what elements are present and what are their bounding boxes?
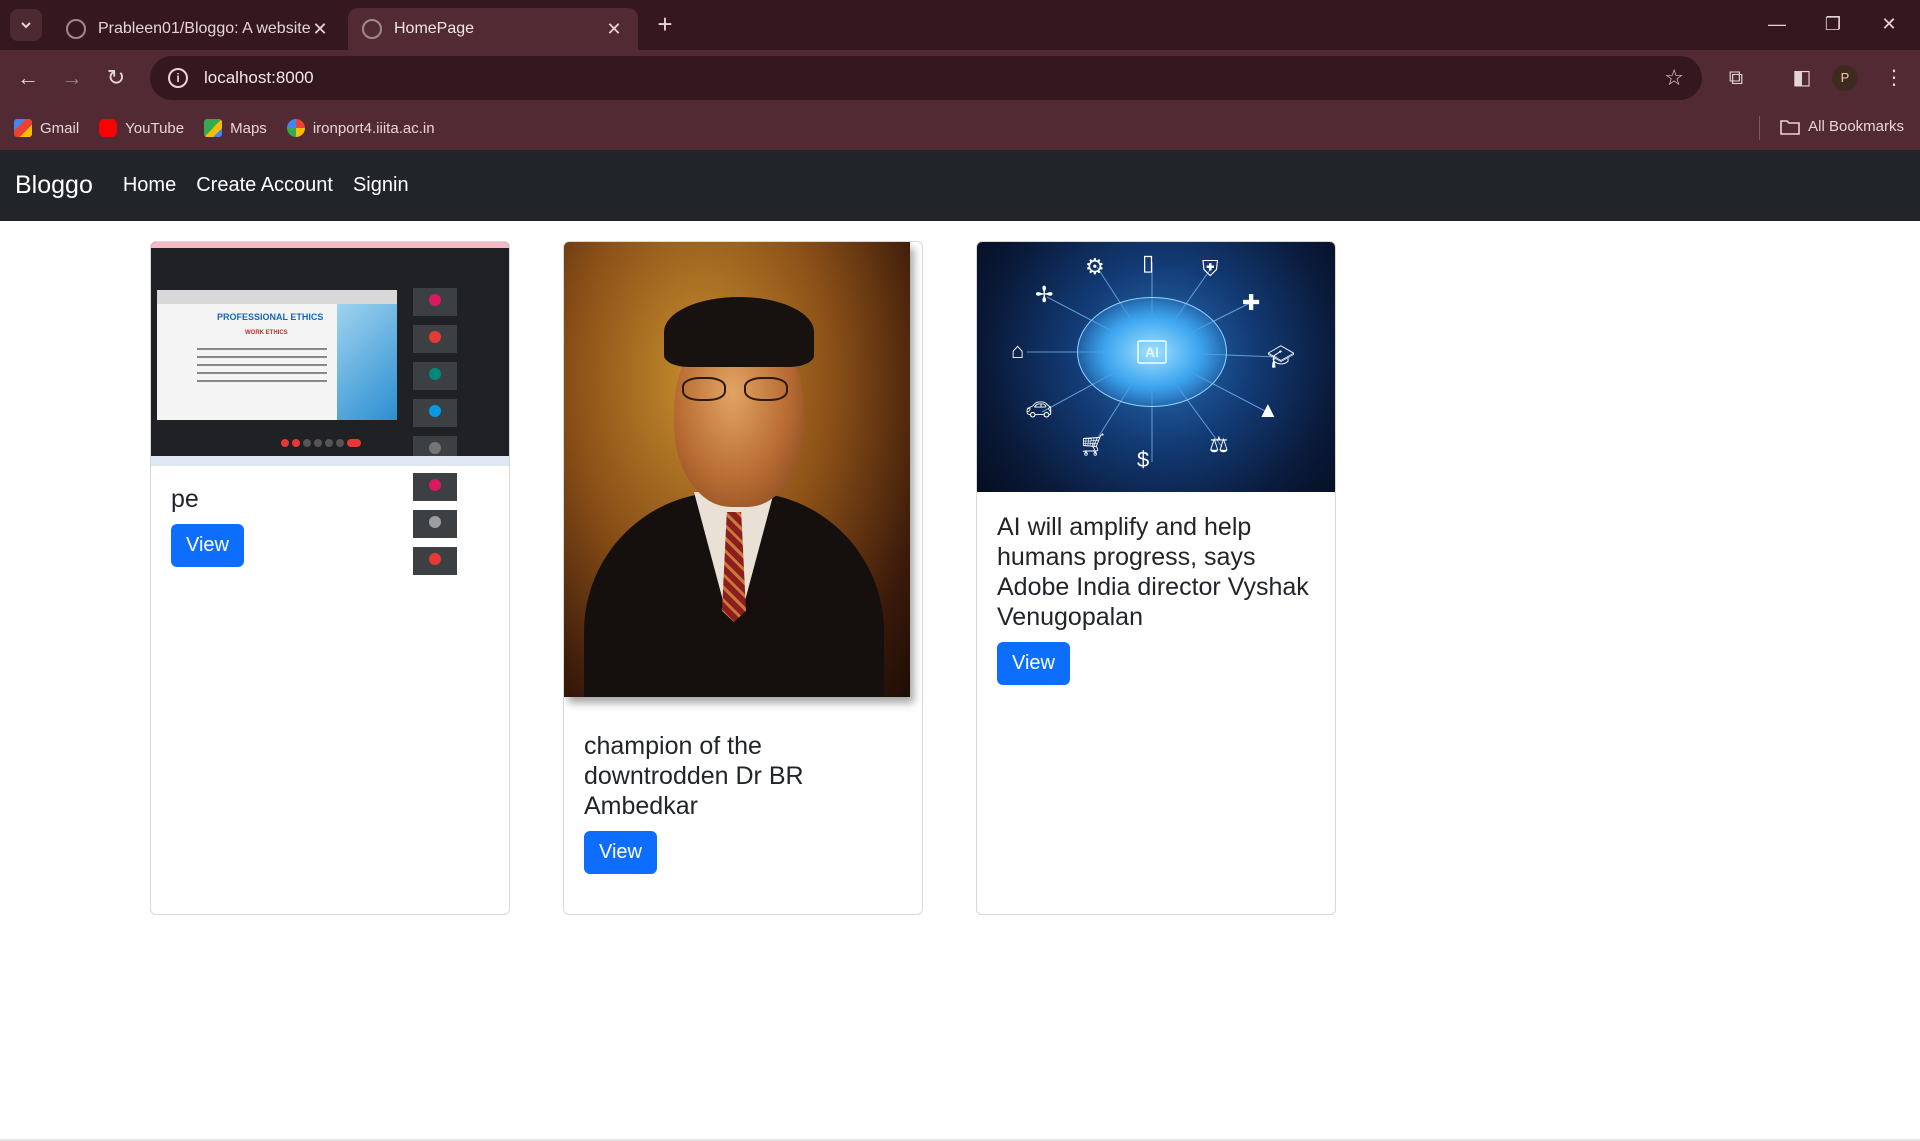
car-icon: 🚗︎ xyxy=(1025,397,1053,422)
money-icon: $ xyxy=(1137,447,1150,472)
restore-button[interactable]: ❐ xyxy=(1810,8,1856,40)
side-panel-icon[interactable]: ◧ xyxy=(1786,62,1818,94)
site-info-icon[interactable]: i xyxy=(168,68,188,88)
close-icon[interactable]: ✕ xyxy=(310,19,330,40)
all-bookmarks-label: All Bookmarks xyxy=(1808,118,1904,135)
bookmark-youtube[interactable]: YouTube xyxy=(99,119,184,137)
tab-homepage[interactable]: HomePage ✕ xyxy=(348,8,638,50)
post-title: AI will amplify and help humans progress… xyxy=(997,513,1309,631)
slide-subtitle: WORK ETHICS xyxy=(245,330,288,336)
post-card: champion of the downtrodden Dr BR Ambedk… xyxy=(563,241,923,915)
minimize-button[interactable]: — xyxy=(1754,8,1800,40)
browser-toolbar: ← → ↻ i localhost:8000 ☆ ⧉ ◧ P ⋮ xyxy=(0,50,1920,106)
all-bookmarks-button[interactable]: All Bookmarks xyxy=(1780,118,1904,135)
new-tab-button[interactable]: + xyxy=(650,10,680,40)
github-icon xyxy=(66,19,86,39)
shield-lock-icon: ⛨ xyxy=(1202,256,1219,281)
post-card: AI ✢ ⚙ ▯ ⛨ ✚ 🎓︎ ▲ ⚖ $ 🛒︎ 🚗︎ ⌂ AI will am… xyxy=(976,241,1336,915)
slide-preview: PROFESSIONAL ETHICS WORK ETHICS xyxy=(157,290,397,420)
extensions-icon[interactable]: ⧉ xyxy=(1720,62,1752,94)
bookmark-label: Maps xyxy=(230,119,267,137)
url-text: localhost:8000 xyxy=(204,68,314,87)
view-button[interactable]: View xyxy=(171,524,244,567)
tab-search-button[interactable] xyxy=(10,9,42,41)
robot-arm-icon: ⚙ xyxy=(1085,254,1105,279)
tab-title: Prableen01/Bloggo: A website w xyxy=(98,20,310,37)
close-window-button[interactable]: ✕ xyxy=(1866,8,1912,40)
bookmark-gmail[interactable]: Gmail xyxy=(14,119,79,137)
scales-icon: ⚖ xyxy=(1209,432,1229,457)
menu-icon[interactable]: ⋮ xyxy=(1878,62,1910,94)
ai-label: AI xyxy=(1137,340,1167,364)
profile-avatar[interactable]: P xyxy=(1832,65,1858,91)
google-icon xyxy=(286,119,305,137)
phone-icon: ▯ xyxy=(1142,250,1155,275)
meeting-screenshot-image: PROFESSIONAL ETHICS WORK ETHICS xyxy=(151,242,509,575)
meeting-controls xyxy=(281,434,364,452)
back-button[interactable]: ← xyxy=(12,62,44,94)
home-icon: ⌂ xyxy=(1011,338,1025,363)
tab-title: HomePage xyxy=(394,20,475,37)
post-card: PROFESSIONAL ETHICS WORK ETHICS pe View xyxy=(150,241,510,915)
chevron-down-icon xyxy=(21,22,31,29)
bookmark-label: Gmail xyxy=(40,119,80,137)
bookmark-star-icon[interactable]: ☆ xyxy=(1664,65,1684,91)
post-list: PROFESSIONAL ETHICS WORK ETHICS pe View … xyxy=(0,221,1920,1141)
view-button[interactable]: View xyxy=(997,642,1070,685)
nav-link-signin[interactable]: Signin xyxy=(353,174,409,197)
bookmark-maps[interactable]: Maps xyxy=(204,119,267,137)
gmail-icon xyxy=(14,119,32,137)
youtube-icon xyxy=(99,119,118,137)
maps-icon xyxy=(204,119,223,137)
graduation-cap-icon: 🎓︎ xyxy=(1267,344,1295,369)
nav-link-home[interactable]: Home xyxy=(123,174,176,197)
close-icon[interactable]: ✕ xyxy=(604,19,624,40)
forward-button[interactable]: → xyxy=(56,62,88,94)
folder-icon xyxy=(1780,119,1800,135)
view-button[interactable]: View xyxy=(584,831,657,874)
globe-icon xyxy=(362,19,382,39)
reload-button[interactable]: ↻ xyxy=(100,62,132,94)
bookmark-label: ironport4.iiita.ac.in xyxy=(312,119,435,137)
site-navbar: Bloggo Home Create Account Signin xyxy=(0,150,1920,221)
bookmarks-divider xyxy=(1759,116,1760,140)
slide-title: PROFESSIONAL ETHICS xyxy=(217,312,324,322)
site-brand[interactable]: Bloggo xyxy=(15,171,93,200)
participant-tiles xyxy=(411,286,507,582)
bookmark-label: YouTube xyxy=(125,119,185,137)
ambedkar-portrait-image xyxy=(564,242,910,697)
ai-brain-image: AI ✢ ⚙ ▯ ⛨ ✚ 🎓︎ ▲ ⚖ $ 🛒︎ 🚗︎ ⌂ xyxy=(977,242,1335,492)
medical-cross-icon: ✚ xyxy=(1242,290,1261,315)
cart-icon: 🛒︎ xyxy=(1079,432,1107,457)
bookmark-ironport[interactable]: ironport4.iiita.ac.in xyxy=(286,119,435,137)
browser-tab-bar: Prableen01/Bloggo: A website w ✕ HomePag… xyxy=(0,0,1920,50)
nav-link-create-account[interactable]: Create Account xyxy=(196,174,333,197)
road-icon: ▲ xyxy=(1257,397,1279,422)
address-bar[interactable]: i localhost:8000 ☆ xyxy=(150,56,1702,100)
post-title: champion of the downtrodden Dr BR Ambedk… xyxy=(584,732,804,820)
wind-turbine-icon: ✢ xyxy=(1035,282,1054,307)
bookmarks-bar: Gmail YouTube Maps ironport4.iiita.ac.in… xyxy=(0,106,1920,150)
tab-github[interactable]: Prableen01/Bloggo: A website w ✕ xyxy=(52,8,344,50)
